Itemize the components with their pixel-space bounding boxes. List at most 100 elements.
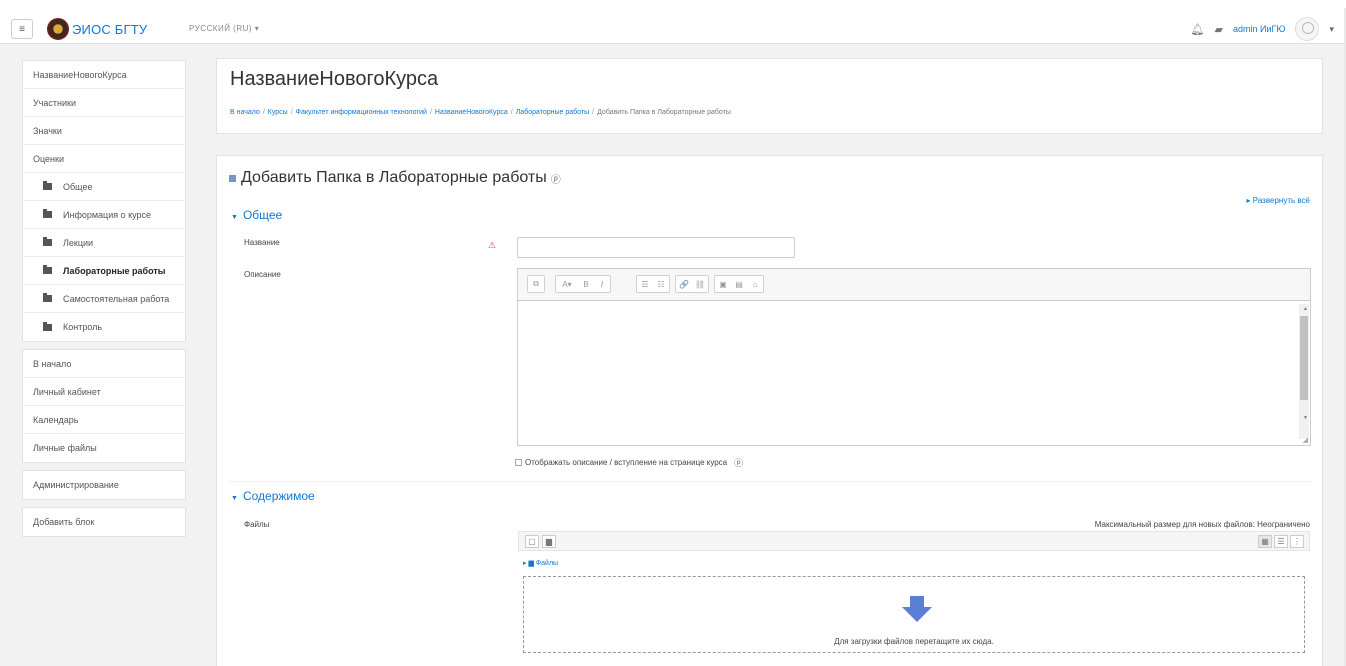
- sidebar-item-label: Лабораторные работы: [63, 265, 166, 276]
- toolbar-group: 🔗 ⛓: [675, 275, 709, 293]
- breadcrumb-section[interactable]: Лабораторные работы: [516, 109, 589, 116]
- download-arrow-icon: [902, 596, 932, 622]
- chat-icon[interactable]: ▰: [1215, 23, 1223, 36]
- page-title: НазваниеНовогоКурса: [230, 68, 439, 90]
- folder-icon: [43, 181, 52, 190]
- sidebar-item-section-active[interactable]: Лабораторные работы: [23, 257, 185, 285]
- sidebar-item-dashboard[interactable]: Личный кабинет: [23, 378, 185, 406]
- expand-all-link[interactable]: ▸ Развернуть всё: [1247, 196, 1310, 205]
- menu-toggle-button[interactable]: ≡: [11, 19, 33, 39]
- sidebar-item-label: Личный кабинет: [33, 386, 101, 397]
- folder-module-icon: [229, 174, 236, 182]
- paragraph-style-button[interactable]: A▾: [556, 276, 578, 292]
- breadcrumb-separator: /: [592, 109, 595, 116]
- toolbar-group: ▣ ▤ ⌂: [714, 275, 764, 293]
- sidebar-item-label: Значки: [33, 125, 62, 136]
- site-logo[interactable]: [47, 18, 69, 40]
- sidebar-item-private-files[interactable]: Личные файлы: [23, 434, 185, 462]
- sidebar-item-section[interactable]: Лекции: [23, 229, 185, 257]
- language-menu[interactable]: РУССКИЙ (RU) ▾: [189, 24, 259, 33]
- resize-handle-icon[interactable]: ◢: [1303, 436, 1308, 444]
- section-general-toggle[interactable]: ▼ Общее: [231, 208, 282, 222]
- breadcrumb-separator: /: [429, 109, 432, 116]
- bell-icon[interactable]: 🔔︎: [1191, 23, 1205, 36]
- breadcrumb-courses[interactable]: Курсы: [268, 109, 288, 116]
- breadcrumb-course[interactable]: НазваниеНовогоКурса: [435, 109, 508, 116]
- sidebar-item-label: Личные файлы: [33, 443, 97, 453]
- file-dropzone[interactable]: Для загрузки файлов перетащите их сюда.: [523, 576, 1305, 653]
- tree-view-icon[interactable]: ⋮: [1290, 535, 1304, 548]
- sidebar-item-participants[interactable]: Участники: [23, 89, 185, 117]
- unordered-list-button[interactable]: ☰: [637, 276, 653, 292]
- file-manager-toolbar: ▢ ▆ ▦ ☰ ⋮: [518, 531, 1310, 551]
- show-description-checkbox[interactable]: [515, 459, 522, 466]
- sidebar-item-calendar[interactable]: Календарь: [23, 406, 185, 434]
- folder-icon: [43, 293, 52, 302]
- admin-block: Администрирование: [22, 470, 186, 500]
- breadcrumb-current: Добавить Папка в Лабораторные работы: [597, 109, 731, 116]
- user-name[interactable]: admin ИиГЮ: [1233, 24, 1285, 34]
- breadcrumb-home[interactable]: В начало: [230, 109, 260, 116]
- sidebar-item-course[interactable]: НазваниеНовогоКурса: [23, 61, 185, 89]
- italic-button[interactable]: I: [594, 276, 610, 292]
- section-content-toggle[interactable]: ▼ Содержимое: [231, 489, 315, 503]
- list-view-icon[interactable]: ☰: [1274, 535, 1288, 548]
- sidebar-item-grades[interactable]: Оценки: [23, 145, 185, 173]
- file-path-label: Файлы: [535, 560, 559, 567]
- help-icon[interactable]: ⓟ: [551, 171, 561, 186]
- sidebar-item-section[interactable]: Контроль: [23, 313, 185, 341]
- sidebar: НазваниеНовогоКурса Участники Значки Оце…: [22, 60, 186, 544]
- form-heading: Добавить Папка в Лабораторные работы ⓟ: [229, 169, 561, 187]
- image-button[interactable]: ▣: [715, 276, 731, 292]
- sidebar-item-label: Участники: [33, 97, 76, 108]
- form-heading-text: Добавить Папка в Лабораторные работы: [241, 169, 547, 186]
- section-general-label: Общее: [242, 208, 283, 222]
- icon-view-icon[interactable]: ▦: [1258, 535, 1272, 548]
- breadcrumb: В начало / Курсы / Факультет информационных …: [230, 109, 731, 116]
- name-label: Название: [244, 238, 280, 247]
- scroll-up-icon[interactable]: ▲: [1303, 306, 1308, 312]
- description-textarea[interactable]: ▲ ▼ ◢: [518, 302, 1310, 445]
- menu-icon: ≡: [19, 23, 25, 35]
- breadcrumb-faculty[interactable]: Факультет информационных технологий: [296, 109, 427, 116]
- link-button[interactable]: 🔗: [676, 276, 692, 292]
- sidebar-item-badges[interactable]: Значки: [23, 117, 185, 145]
- help-icon[interactable]: ⓟ: [734, 456, 743, 469]
- required-icon: ⚠: [488, 240, 497, 250]
- chevron-down-icon[interactable]: ▾: [1329, 24, 1334, 35]
- ordered-list-button[interactable]: ☷: [653, 276, 669, 292]
- editor-toolbar: ⧉ A▾ B I ☰ ☷ 🔗 ⛓ ▣ ▤ ⌂: [518, 269, 1310, 301]
- file-manager-button[interactable]: ⌂: [747, 276, 763, 292]
- dropzone-text: Для загрузки файлов перетащите их сюда.: [834, 637, 994, 646]
- toolbar-toggle-button[interactable]: ⧉: [528, 276, 544, 292]
- sidebar-item-section[interactable]: Информация о курсе: [23, 201, 185, 229]
- unlink-button[interactable]: ⛓: [692, 276, 708, 292]
- scroll-down-icon[interactable]: ▼: [1303, 415, 1308, 421]
- sidebar-item-label: Информация о курсе: [63, 209, 152, 220]
- add-block-button[interactable]: Добавить блок: [23, 508, 185, 536]
- sidebar-item-label: В начало: [33, 358, 72, 369]
- course-nav-block: НазваниеНовогоКурса Участники Значки Оце…: [22, 60, 186, 342]
- sidebar-item-label: Календарь: [33, 414, 79, 425]
- breadcrumb-separator: /: [290, 109, 293, 116]
- create-folder-icon[interactable]: ▆: [542, 535, 556, 548]
- show-description-field: Отображать описание / вступление на стра…: [515, 456, 743, 469]
- sidebar-item-home[interactable]: В начало: [23, 350, 185, 378]
- toolbar-group: ☰ ☷: [636, 275, 670, 293]
- site-name-link[interactable]: ЭИОС БГТУ: [72, 22, 147, 37]
- sidebar-item-section[interactable]: Самостоятельная работа: [23, 285, 185, 313]
- sidebar-item-label: Добавить блок: [33, 517, 95, 527]
- sidebar-item-admin[interactable]: Администрирование: [23, 471, 185, 499]
- file-path-breadcrumb[interactable]: ▸ ▆ Файлы: [523, 559, 558, 567]
- file-manager: ▢ ▆ ▦ ☰ ⋮ ▸ ▆ Файлы Для загрузки файлов …: [517, 531, 1311, 661]
- bold-button[interactable]: B: [578, 276, 594, 292]
- avatar[interactable]: [1295, 17, 1320, 41]
- media-button[interactable]: ▤: [731, 276, 747, 292]
- description-editor: ⧉ A▾ B I ☰ ☷ 🔗 ⛓ ▣ ▤ ⌂ ▲ ▼ ◢: [517, 268, 1311, 446]
- name-input[interactable]: [517, 237, 795, 258]
- add-file-icon[interactable]: ▢: [525, 535, 539, 548]
- editor-scroll-thumb[interactable]: [1300, 316, 1308, 400]
- description-label: Описание: [244, 270, 281, 279]
- sidebar-item-section[interactable]: Общее: [23, 173, 185, 201]
- show-description-label[interactable]: Отображать описание / вступление на стра…: [525, 458, 727, 467]
